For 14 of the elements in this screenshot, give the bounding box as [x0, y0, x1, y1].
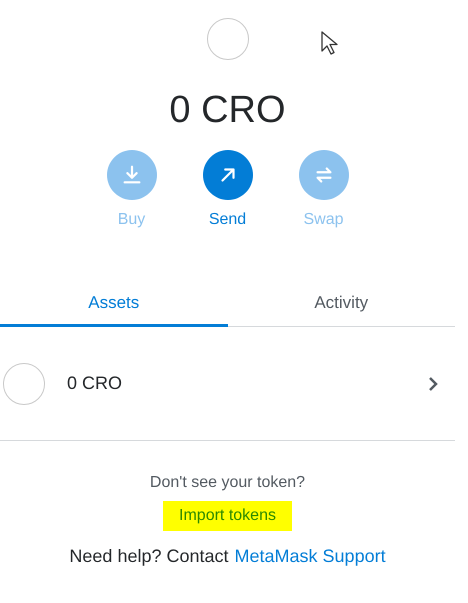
help-text: Need help? Contact [69, 545, 229, 568]
tab[interactable]: Assets [0, 282, 228, 327]
tab[interactable]: Activity [228, 282, 455, 327]
cursor-icon [320, 30, 338, 56]
token-icon [3, 362, 45, 404]
chevron-right-icon [427, 376, 439, 392]
token-prompt: Don't see your token? [150, 473, 306, 493]
download-icon [120, 164, 142, 186]
asset-row[interactable]: 0 CRO [0, 327, 455, 441]
support-link[interactable]: MetaMask Support [234, 543, 386, 570]
balance-amount: 0 CRO [169, 88, 286, 133]
account-avatar [206, 18, 248, 60]
import-tokens-link[interactable]: Import tokens [163, 501, 292, 531]
asset-amount: 0 CRO [67, 372, 122, 395]
